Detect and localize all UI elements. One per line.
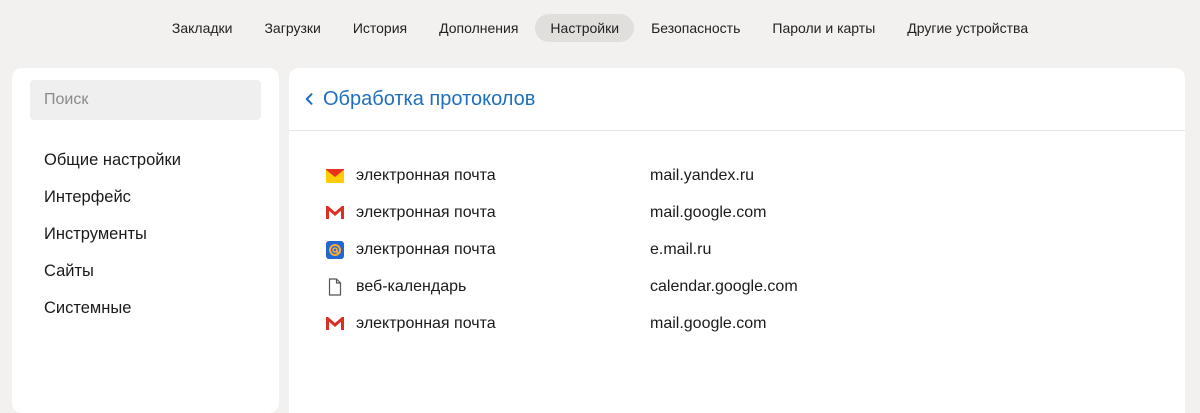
tab-history[interactable]: История <box>338 14 422 42</box>
sidebar-item-sites[interactable]: Сайты <box>44 259 181 296</box>
search-input[interactable] <box>30 80 261 120</box>
page-title: Обработка протоколов <box>323 87 536 110</box>
sidebar-item-tools[interactable]: Инструменты <box>44 222 181 259</box>
back-button[interactable] <box>305 93 313 105</box>
tab-bookmarks[interactable]: Закладки <box>157 14 248 42</box>
sidebar-item-general[interactable]: Общие настройки <box>44 148 181 185</box>
yandex-mail-icon <box>325 166 345 186</box>
tab-extensions[interactable]: Дополнения <box>424 14 533 42</box>
page-icon <box>325 277 345 297</box>
protocol-type: электронная почта <box>356 166 496 184</box>
gmail-icon <box>325 203 345 223</box>
list-item[interactable]: электронная почта mail.google.com <box>325 305 798 342</box>
list-item[interactable]: электронная почта e.mail.ru <box>325 231 798 268</box>
handler-host: e.mail.ru <box>650 240 712 258</box>
protocol-handler-list: электронная почта mail.yandex.ru электро… <box>325 157 798 342</box>
sidebar-item-system[interactable]: Системные <box>44 296 181 333</box>
protocol-type: веб-календарь <box>356 277 467 295</box>
protocol-type: электронная почта <box>356 203 496 221</box>
handler-host: mail.yandex.ru <box>650 166 755 184</box>
tab-other-devices[interactable]: Другие устройства <box>892 14 1043 42</box>
handler-host: mail.google.com <box>650 203 767 221</box>
handler-host: calendar.google.com <box>650 277 798 295</box>
settings-sidebar: Общие настройки Интерфейс Инструменты Са… <box>12 68 279 413</box>
settings-panel: Обработка протоколов электронная почта m… <box>289 68 1185 413</box>
tab-passwords-cards[interactable]: Пароли и карты <box>757 14 890 42</box>
list-item[interactable]: электронная почта mail.google.com <box>325 194 798 231</box>
settings-menu: Общие настройки Интерфейс Инструменты Са… <box>44 148 181 333</box>
list-item[interactable]: электронная почта mail.yandex.ru <box>325 157 798 194</box>
protocol-type: электронная почта <box>356 314 496 332</box>
tab-settings[interactable]: Настройки <box>535 13 635 42</box>
chevron-left-icon <box>305 93 313 105</box>
protocol-type: электронная почта <box>356 240 496 258</box>
list-item[interactable]: веб-календарь calendar.google.com <box>325 268 798 305</box>
gmail-icon <box>325 314 345 334</box>
tab-security[interactable]: Безопасность <box>636 14 755 42</box>
handler-host: mail.google.com <box>650 314 767 332</box>
sidebar-item-interface[interactable]: Интерфейс <box>44 185 181 222</box>
nav-tabs: Закладки Загрузки История Дополнения Нас… <box>156 13 1044 42</box>
mailru-icon <box>325 240 345 260</box>
panel-header: Обработка протоколов <box>289 68 1185 131</box>
tab-downloads[interactable]: Загрузки <box>249 14 335 42</box>
top-navigation: Закладки Загрузки История Дополнения Нас… <box>0 0 1200 55</box>
